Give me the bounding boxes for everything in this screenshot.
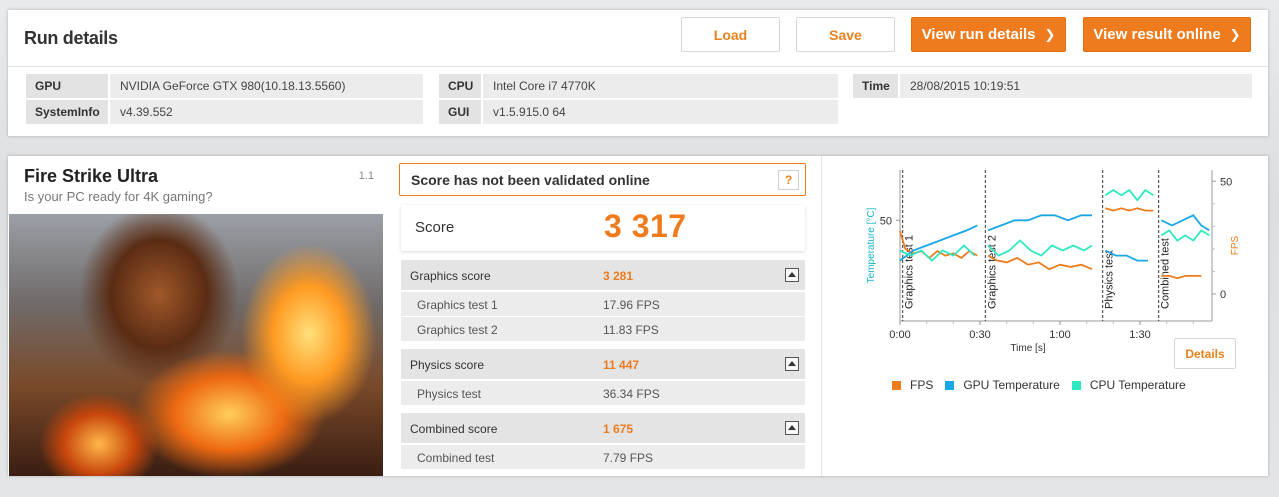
- combined-score-label: Combined score: [410, 422, 498, 436]
- benchmark-title: Fire Strike Ultra: [24, 166, 159, 186]
- collapse-toggle-icon[interactable]: [785, 421, 799, 435]
- physics-score-row: Physics score 11 447: [401, 349, 805, 379]
- left-tick-label: 50: [880, 215, 892, 227]
- collapse-toggle-icon[interactable]: [785, 268, 799, 282]
- benchmark-info: Fire Strike Ultra Is your PC ready for 4…: [8, 156, 383, 476]
- test-label: Combined test: [417, 451, 495, 465]
- systeminfo-value: v4.39.552: [110, 100, 423, 124]
- test-label: Graphics test 1: [417, 298, 498, 312]
- test-value: 17.96 FPS: [603, 298, 660, 312]
- graphics-score-label: Graphics score: [410, 269, 491, 283]
- time-value: 28/08/2015 10:19:51: [900, 74, 1252, 98]
- benchmark-subtitle: Is your PC ready for 4K gaming?: [24, 189, 213, 204]
- right-axis-label: FPS: [1230, 235, 1241, 255]
- gpu-label: GPU: [26, 74, 108, 98]
- right-tick-label: 50: [1220, 176, 1232, 188]
- cpu-row: CPU Intel Core i7 4770K: [439, 74, 838, 98]
- legend-swatch: [945, 380, 955, 390]
- benchmark-artwork-image: [9, 214, 383, 476]
- run-details-panel: Run details Load Save View run details ❯…: [8, 10, 1268, 136]
- series-line-gpu-temperature: [1160, 214, 1210, 232]
- view-result-online-button[interactable]: View result online ❯: [1083, 17, 1251, 52]
- test-label: Graphics test 2: [417, 323, 498, 337]
- series-line-cpu-temperature: [1104, 188, 1154, 202]
- help-button[interactable]: ?: [778, 170, 799, 190]
- left-axis-label: Temperature [°C]: [866, 207, 877, 283]
- combined-score-value: 1 675: [603, 422, 634, 436]
- graphics-score-value: 3 281: [603, 269, 634, 283]
- phase-label: Physics test: [1104, 250, 1116, 309]
- gui-label: GUI: [439, 100, 481, 124]
- legend-swatch: [892, 380, 901, 390]
- chevron-right-icon: ❯: [1229, 26, 1241, 42]
- validation-text: Score has not been validated online: [411, 172, 650, 188]
- divider: [8, 66, 1268, 67]
- physics-test-row: Physics test 36.34 FPS: [401, 381, 805, 405]
- combined-score-row: Combined score 1 675: [401, 413, 805, 443]
- score-value: 3 317: [604, 208, 687, 244]
- gui-row: GUI v1.5.915.0 64: [439, 100, 838, 124]
- benchmark-version: 1.1: [358, 170, 374, 182]
- systeminfo-row: SystemInfo v4.39.552: [26, 100, 423, 124]
- gui-value: v1.5.915.0 64: [483, 100, 838, 124]
- save-button[interactable]: Save: [796, 17, 895, 52]
- x-tick-label: 1:00: [1049, 329, 1070, 341]
- legend-swatch: [1071, 380, 1081, 390]
- time-label: Time: [853, 74, 898, 98]
- systeminfo-label: SystemInfo: [26, 100, 108, 124]
- series-line-gpu-temperature: [987, 214, 1092, 232]
- legend-item-gpu-temperature: GPU Temperature: [945, 378, 1060, 392]
- view-run-details-button[interactable]: View run details ❯: [911, 17, 1066, 52]
- phase-label: Graphics test 1: [904, 235, 916, 309]
- legend-label: GPU Temperature: [963, 378, 1060, 392]
- legend-item-cpu-temperature: CPU Temperature: [1071, 378, 1186, 392]
- x-tick-label: 1:30: [1129, 329, 1150, 341]
- cpu-label: CPU: [439, 74, 481, 98]
- right-tick-label: 0: [1220, 289, 1226, 301]
- chart-legend: FPS GPU Temperature CPU Temperature: [892, 378, 1198, 392]
- x-tick-label: 0:00: [889, 329, 910, 341]
- phase-label: Combined test: [1160, 238, 1172, 309]
- view-result-online-label: View result online: [1093, 26, 1221, 43]
- combined-test-row: Combined test 7.79 FPS: [401, 445, 805, 469]
- collapse-toggle-icon[interactable]: [785, 357, 799, 371]
- graphics-test-1-row: Graphics test 1 17.96 FPS: [401, 292, 805, 316]
- legend-item-fps: FPS: [892, 378, 933, 392]
- test-value: 7.79 FPS: [603, 451, 654, 465]
- benchmark-result-panel: Fire Strike Ultra Is your PC ready for 4…: [8, 156, 1268, 476]
- page-title: Run details: [24, 28, 118, 48]
- monitoring-chart: 0:00 0:30 1:00 1:30 Time [s] 50 50 0 Temperature…: [821, 156, 1268, 476]
- series-line-fps: [1105, 207, 1154, 212]
- series-line-fps: [987, 254, 1093, 271]
- score-breakdown: Score has not been validated online ? Sc…: [399, 156, 807, 476]
- legend-label: FPS: [910, 378, 934, 392]
- validation-notice: Score has not been validated online ?: [399, 163, 806, 196]
- details-button[interactable]: Details: [1174, 338, 1236, 369]
- score-label: Score: [415, 219, 455, 236]
- legend-label: CPU Temperature: [1089, 378, 1186, 392]
- graphics-test-2-row: Graphics test 2 11.83 FPS: [401, 317, 805, 341]
- test-value: 11.83 FPS: [603, 323, 659, 337]
- x-axis-label: Time [s]: [1010, 343, 1045, 354]
- gpu-row: GPU NVIDIA GeForce GTX 980(10.18.13.5560…: [26, 74, 423, 98]
- test-value: 36.34 FPS: [603, 387, 660, 401]
- test-label: Physics test: [417, 387, 482, 401]
- time-row: Time 28/08/2015 10:19:51: [853, 74, 1252, 98]
- gpu-value: NVIDIA GeForce GTX 980(10.18.13.5560): [110, 74, 423, 98]
- physics-score-label: Physics score: [410, 358, 485, 372]
- overall-score-box: Score 3 317: [401, 205, 805, 251]
- x-tick-label: 0:30: [969, 329, 990, 341]
- series-line-cpu-temperature: [987, 239, 1093, 257]
- physics-score-value: 11 447: [603, 358, 640, 372]
- load-button[interactable]: Load: [681, 17, 780, 52]
- graphics-score-row: Graphics score 3 281: [401, 260, 805, 290]
- chevron-right-icon: ❯: [1044, 26, 1056, 42]
- view-run-details-label: View run details: [921, 26, 1036, 43]
- cpu-value: Intel Core i7 4770K: [483, 74, 838, 98]
